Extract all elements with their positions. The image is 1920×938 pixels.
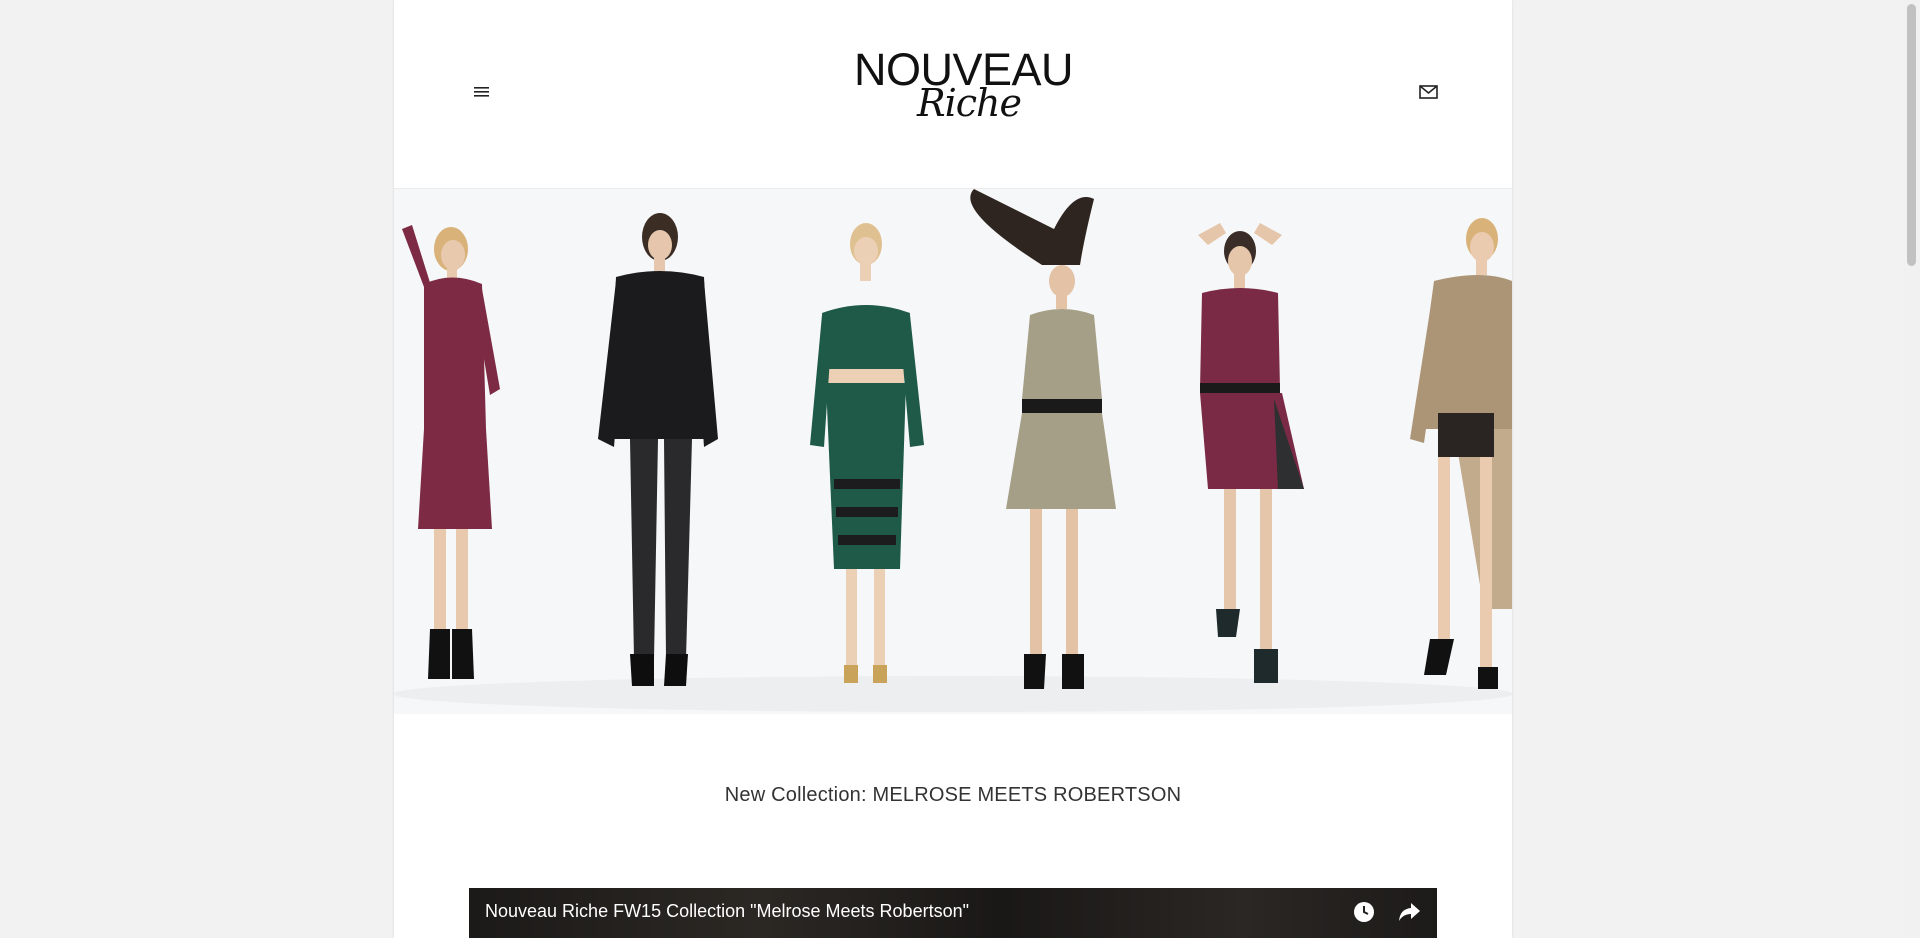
page-card: NOUVEAU Riche New Collection: MELROSE ME… (394, 0, 1512, 938)
site-header: NOUVEAU Riche (394, 0, 1512, 189)
scrollbar-thumb[interactable] (1907, 4, 1916, 266)
hamburger-menu-icon[interactable] (472, 82, 492, 102)
envelope-icon[interactable] (1418, 82, 1440, 102)
collection-models-illustration (394, 189, 1512, 714)
site-logo[interactable]: NOUVEAU Riche (854, 46, 1074, 136)
video-title[interactable]: Nouveau Riche FW15 Collection "Melrose M… (485, 901, 969, 922)
video-player[interactable]: Nouveau Riche FW15 Collection "Melrose M… (469, 888, 1437, 938)
clock-icon[interactable] (1353, 901, 1375, 923)
logo-word-riche: Riche (916, 81, 1022, 125)
hero-banner-image (394, 189, 1512, 714)
collection-title: New Collection: MELROSE MEETS ROBERTSON (724, 784, 1182, 806)
share-arrow-icon[interactable] (1397, 901, 1421, 923)
page-scrollbar[interactable] (1903, 0, 1920, 938)
